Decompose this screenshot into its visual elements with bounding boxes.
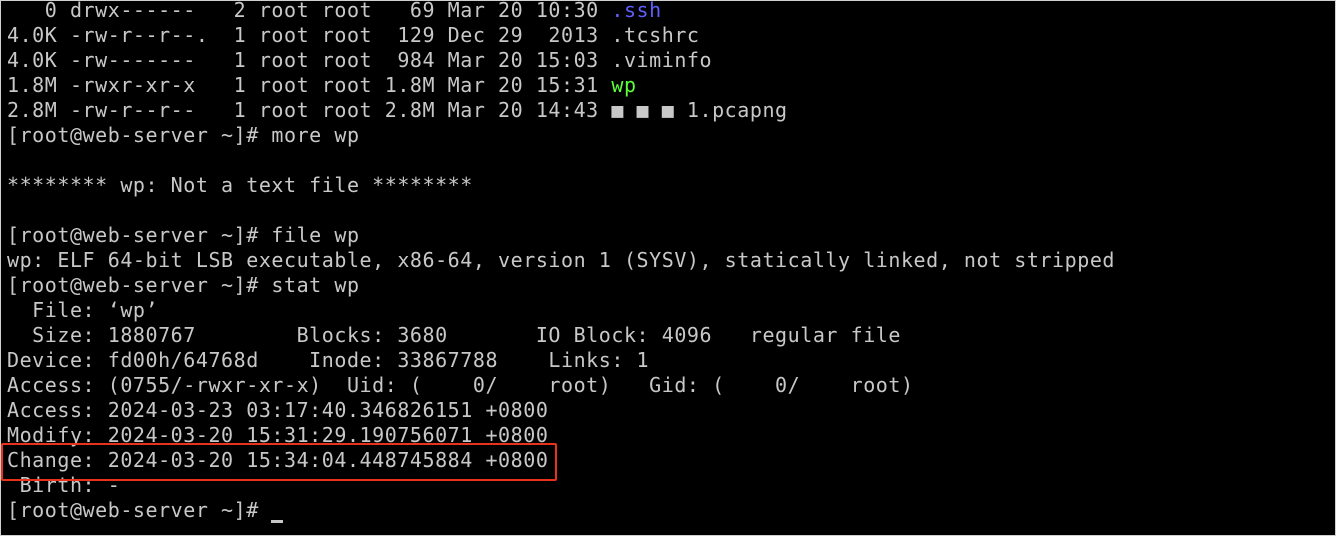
stat-birth: Birth: - xyxy=(7,473,121,497)
prompt-text: [root@web-server ~]# xyxy=(7,498,272,522)
command-stat: [root@web-server ~]# stat wp xyxy=(7,273,360,297)
stat-access-time: Access: 2024-03-23 03:17:40.346826151 +0… xyxy=(7,398,549,422)
ls-row-viminfo: 4.0K -rw------- 1 root root 984 Mar 20 1… xyxy=(7,48,713,72)
command-more: [root@web-server ~]# more wp xyxy=(7,123,360,147)
ls-row-wp-filename: wp xyxy=(611,73,637,97)
ls-row-tcshrc: 4.0K -rw-r--r--. 1 root root 129 Dec 29 … xyxy=(7,23,700,47)
terminal-output: 0 drwx------ 2 root root 69 Mar 20 10:30… xyxy=(7,0,1116,523)
ls-row-ssh-info: 0 drwx------ 2 root root 69 Mar 20 10:30 xyxy=(7,0,612,22)
terminal-window[interactable]: 0 drwx------ 2 root root 69 Mar 20 10:30… xyxy=(0,0,1336,536)
stat-file: File: ‘wp’ xyxy=(7,298,159,322)
file-output: wp: ELF 64-bit LSB executable, x86-64, v… xyxy=(7,248,1116,272)
stat-access-perms: Access: (0755/-rwxr-xr-x) Uid: ( 0/ root… xyxy=(7,373,914,397)
ls-row-wp: 1.8M -rwxr-xr-x 1 root root 1.8M Mar 20 … xyxy=(7,73,1115,98)
stat-change-time: Change: 2024-03-20 15:34:04.448745884 +0… xyxy=(7,448,549,472)
more-output: ******** wp: Not a text file ******** xyxy=(7,173,473,197)
stat-device: Device: fd00h/64768d Inode: 33867788 Lin… xyxy=(7,348,650,372)
stat-modify-time: Modify: 2024-03-20 15:31:29.190756071 +0… xyxy=(7,423,549,447)
ls-row-pcapng: 2.8M -rw-r--r-- 1 root root 2.8M Mar 20 … xyxy=(7,98,788,122)
ls-row-ssh: 0 drwx------ 2 root root 69 Mar 20 10:30… xyxy=(7,0,1115,23)
command-file: [root@web-server ~]# file wp xyxy=(7,223,360,247)
ls-row-wp-info: 1.8M -rwxr-xr-x 1 root root 1.8M Mar 20 … xyxy=(7,73,612,97)
stat-size: Size: 1880767 Blocks: 3680 IO Block: 409… xyxy=(7,323,901,347)
text-cursor xyxy=(271,520,284,523)
command-prompt[interactable]: [root@web-server ~]# xyxy=(7,498,1115,523)
ls-row-ssh-dirname: .ssh xyxy=(611,0,662,22)
